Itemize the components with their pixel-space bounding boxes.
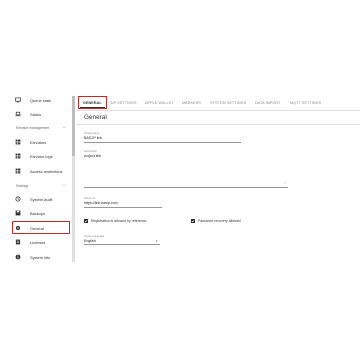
sidebar-item-label: Access restrictions xyxy=(30,168,63,174)
grid-icon xyxy=(15,168,21,174)
sidebar-item-label: Backups xyxy=(30,210,45,216)
tab-mqtt-settings[interactable]: MQTT SETTINGS xyxy=(290,97,321,109)
monitor-icon xyxy=(15,97,21,103)
save-icon xyxy=(15,210,21,216)
page-title: General xyxy=(84,114,107,121)
info-icon xyxy=(15,254,21,260)
laptop-icon xyxy=(15,111,21,117)
tab-sip-settings[interactable]: SIP SETTINGS xyxy=(110,97,137,109)
sidebar-item-general[interactable]: General xyxy=(0,221,72,235)
sidebar-item-label: Elevators xyxy=(30,139,47,145)
sidebar-item-elevators[interactable]: Elevators xyxy=(0,135,72,149)
sidebar-item-label: Elevator logs xyxy=(30,153,53,159)
dropdown-arrow-icon[interactable]: ▾ xyxy=(156,239,158,243)
sidebar-item-label: Queue stats xyxy=(30,97,51,103)
project-name-label: Project name xyxy=(84,132,100,135)
sidebar-item-access-restrictions[interactable]: Access restrictions xyxy=(0,164,72,178)
sidebar-item-label: Licenses xyxy=(30,239,46,245)
tab-system-settings[interactable]: SYSTEM SETTINGS xyxy=(210,97,246,109)
registration-checkbox[interactable] xyxy=(84,219,88,223)
key-icon xyxy=(15,239,21,245)
server-url-input[interactable]: https://link.basip.com xyxy=(84,201,118,205)
tab-data-import[interactable]: DATA IMPORT xyxy=(255,97,280,109)
password-recovery-label: Password recovery allowed xyxy=(198,219,241,223)
sidebar-item-elevator-logs[interactable]: Elevator logs xyxy=(0,149,72,163)
sidebar-item-system-info[interactable]: System info xyxy=(0,250,72,264)
general-settings-panel: General Project name BAS-IP link Descrip… xyxy=(76,110,360,310)
sidebar-item-label: System info xyxy=(30,254,51,260)
chevron-up-icon[interactable]: ^ xyxy=(63,183,65,188)
divider xyxy=(76,124,360,125)
sidebar-item-label: General xyxy=(30,225,44,231)
description-label: Description xyxy=(84,150,97,153)
chevron-up-icon[interactable]: ^ xyxy=(63,125,65,130)
sidebar-item-queue-stats[interactable]: Queue stats xyxy=(0,93,72,107)
sidebar-item-licenses[interactable]: Licenses xyxy=(0,235,72,249)
description-underline xyxy=(84,187,288,188)
grid-icon xyxy=(15,153,21,159)
sidebar-item-status[interactable]: Status xyxy=(0,107,72,121)
server-url-underline xyxy=(84,207,162,208)
tab-markers[interactable]: MARKERS xyxy=(182,97,201,109)
sidebar-item-system-audit[interactable]: System audit xyxy=(0,192,72,206)
project-name-input[interactable]: BAS-IP link xyxy=(84,136,102,140)
gear-icon xyxy=(15,225,21,231)
sidebar-section-elevator-management: Elevator management xyxy=(16,126,50,130)
resize-handle-icon[interactable]: ⟋ xyxy=(284,181,286,185)
history-icon xyxy=(15,196,21,202)
sidebar-item-backups[interactable]: Backups xyxy=(0,206,72,220)
sidebar-scroll-thumb[interactable] xyxy=(72,96,75,156)
sidebar-section-settings: Settings xyxy=(16,184,29,188)
checkmark-icon xyxy=(84,219,88,223)
registration-label: Registration is allowed by reference xyxy=(91,219,147,223)
server-url-label: Server url xyxy=(84,197,96,200)
grid-icon xyxy=(15,139,21,145)
tab-active-indicator xyxy=(80,107,105,108)
description-textarea[interactable]: project link xyxy=(84,154,101,158)
sidebar-item-label: System audit xyxy=(30,196,53,202)
tab-apple-wallet[interactable]: APPLE WALLET xyxy=(145,97,174,109)
language-label: System language xyxy=(84,235,105,238)
language-underline xyxy=(84,244,160,245)
language-select[interactable]: English xyxy=(84,239,96,243)
project-name-underline xyxy=(84,142,241,143)
sidebar-item-label: Status xyxy=(30,111,42,117)
password-recovery-checkbox[interactable] xyxy=(191,219,195,223)
checkmark-icon xyxy=(191,219,195,223)
